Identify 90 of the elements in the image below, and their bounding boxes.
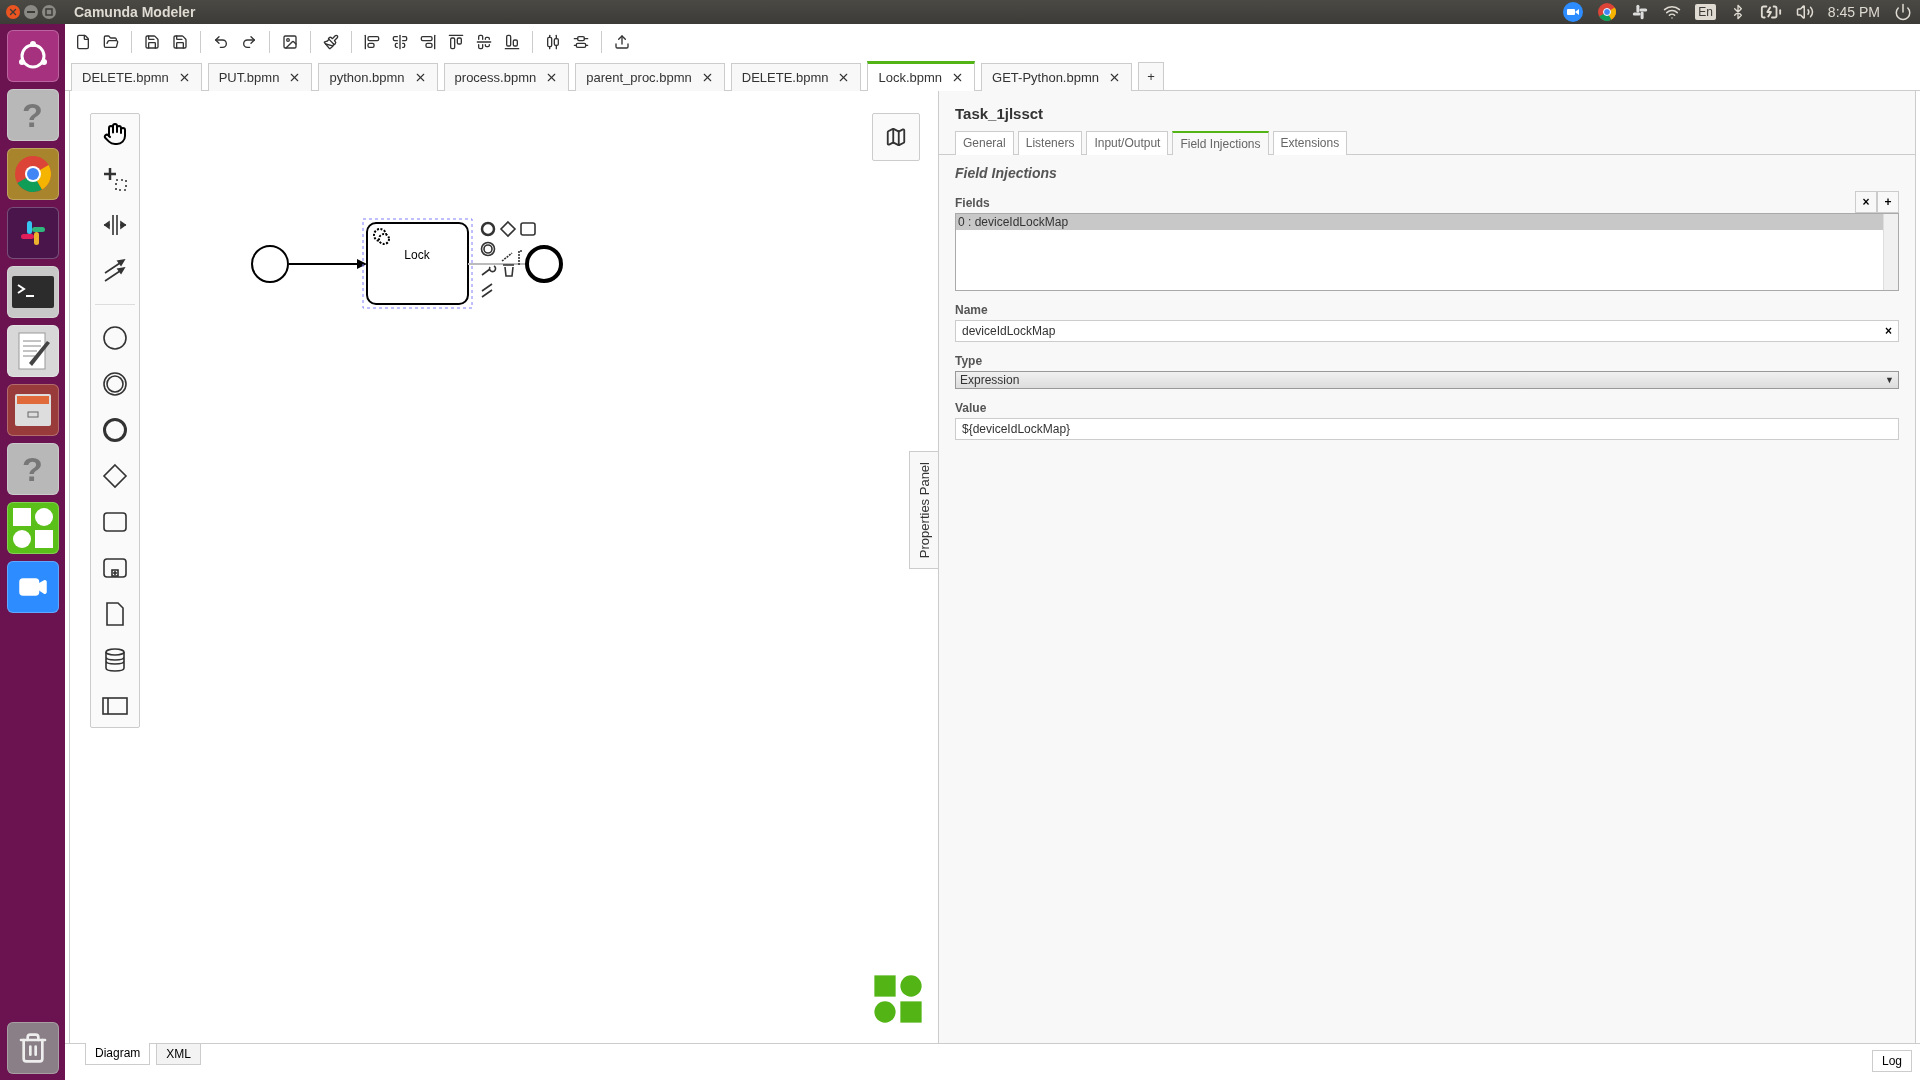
distribute-horizontal-icon[interactable]	[545, 34, 561, 50]
power-icon[interactable]	[1894, 3, 1912, 21]
distribute-vertical-icon[interactable]	[573, 34, 589, 50]
add-tab-button[interactable]: +	[1138, 62, 1164, 90]
hash-grid-icon[interactable]	[6, 207, 59, 259]
connect-tool-icon[interactable]	[102, 258, 128, 284]
minimap-toggle-button[interactable]	[872, 113, 920, 161]
ubuntu-logo-icon[interactable]	[6, 30, 59, 82]
type-select[interactable]: Expression ▼	[955, 371, 1899, 389]
list-item[interactable]: 0 : deviceIdLockMap	[956, 214, 1883, 230]
file-tab[interactable]: process.bpmn	[443, 63, 570, 91]
new-file-icon[interactable]	[75, 34, 91, 50]
file-tab[interactable]: PUT.bpmn	[207, 63, 313, 91]
align-middle-icon[interactable]	[476, 34, 492, 50]
save-icon[interactable]	[144, 34, 160, 50]
properties-panel-toggle[interactable]: Properties Panel	[909, 451, 938, 569]
section-title: Field Injections	[955, 165, 1058, 181]
align-center-icon[interactable]	[392, 34, 408, 50]
task-icon[interactable]	[102, 509, 128, 535]
value-field[interactable]: ${deviceIdLockMap}	[955, 418, 1899, 440]
browser-icon[interactable]	[6, 148, 59, 200]
data-store-icon[interactable]	[102, 647, 128, 673]
volume-icon[interactable]	[1795, 3, 1814, 21]
end-event-icon[interactable]	[102, 417, 128, 443]
save-as-icon[interactable]	[172, 34, 188, 50]
undo-icon[interactable]	[213, 34, 229, 50]
properties-tab[interactable]: Input/Output	[1086, 131, 1169, 155]
align-top-icon[interactable]	[448, 34, 464, 50]
lasso-tool-icon[interactable]	[102, 166, 128, 192]
map-icon	[885, 126, 907, 148]
align-left-icon[interactable]	[364, 34, 380, 50]
end-event	[525, 245, 563, 283]
field-label: Fields	[955, 196, 990, 210]
field-label: Type	[955, 354, 984, 368]
field-label: Name	[955, 303, 989, 317]
element-id: Task_1jlssct	[955, 105, 1045, 122]
file-cabinet-icon[interactable]	[6, 384, 59, 436]
file-tab[interactable]: parent_proc.bpmn	[575, 63, 725, 91]
minimize-window-icon[interactable]	[24, 5, 38, 19]
redo-icon[interactable]	[241, 34, 257, 50]
trash-icon[interactable]	[6, 1022, 59, 1074]
scrollbar[interactable]	[1883, 214, 1898, 290]
clock-text[interactable]: 8:45 PM	[1827, 4, 1880, 20]
file-tab[interactable]: DELETE.bpmn	[71, 63, 202, 91]
sequence-flow-line	[467, 263, 526, 265]
fields-list[interactable]: 0 : deviceIdLockMap	[955, 213, 1899, 291]
align-bottom-icon[interactable]	[504, 34, 520, 50]
properties-tab[interactable]: Extensions	[1272, 131, 1348, 155]
export-icon[interactable]	[614, 34, 630, 50]
video-camera-icon[interactable]	[1563, 2, 1584, 22]
maximize-window-icon[interactable]	[42, 5, 56, 19]
paintbrush-icon[interactable]	[323, 34, 339, 50]
file-tab[interactable]: DELETE.bpmn	[730, 63, 862, 91]
properties-tab[interactable]: Field Injections	[1172, 131, 1269, 155]
close-window-icon[interactable]	[6, 5, 20, 19]
file-tab[interactable]: GET-Python.bpmn	[981, 63, 1132, 91]
name-field[interactable]: deviceIdLockMap ×	[955, 320, 1899, 342]
task-label: Lock	[404, 248, 430, 262]
image-icon[interactable]	[282, 34, 298, 50]
log-button[interactable]: Log	[1871, 1050, 1912, 1072]
terminal-icon[interactable]	[6, 266, 59, 318]
properties-tab[interactable]: General	[955, 131, 1014, 155]
keyboard-layout-indicator[interactable]: En	[1695, 4, 1716, 20]
field-label: Value	[955, 401, 988, 415]
properties-tab[interactable]: Listeners	[1017, 131, 1083, 155]
space-tool-icon[interactable]	[102, 212, 128, 238]
open-folder-icon[interactable]	[103, 34, 119, 50]
text-editor-icon[interactable]	[6, 325, 59, 377]
view-tab[interactable]: Diagram	[85, 1043, 151, 1065]
intermediate-event-icon[interactable]	[102, 371, 128, 397]
browser-icon[interactable]	[1597, 2, 1618, 22]
file-tab[interactable]: Lock.bpmn	[867, 61, 976, 91]
puzzle-pieces-icon[interactable]	[6, 502, 59, 554]
hash-grid-icon[interactable]	[1631, 3, 1650, 21]
view-tab[interactable]: XML	[156, 1043, 202, 1065]
start-event	[251, 245, 289, 283]
clear-button[interactable]: ×	[1885, 324, 1892, 338]
add-field-button[interactable]: +	[1877, 191, 1899, 213]
file-tab[interactable]: python.bpmn	[318, 63, 438, 91]
subprocess-icon[interactable]	[102, 555, 128, 581]
video-camera-icon[interactable]	[6, 561, 59, 613]
wifi-icon[interactable]	[1663, 3, 1682, 21]
remove-field-button[interactable]: ×	[1855, 191, 1877, 213]
hand-tool-icon[interactable]	[103, 122, 127, 146]
gateway-icon[interactable]	[102, 463, 128, 489]
puzzle-pieces-logo-icon	[872, 973, 924, 1025]
align-right-icon[interactable]	[420, 34, 436, 50]
start-event-icon[interactable]	[102, 325, 128, 351]
window-title: Camunda Modeler	[74, 4, 197, 20]
close-icon[interactable]	[1108, 71, 1121, 84]
